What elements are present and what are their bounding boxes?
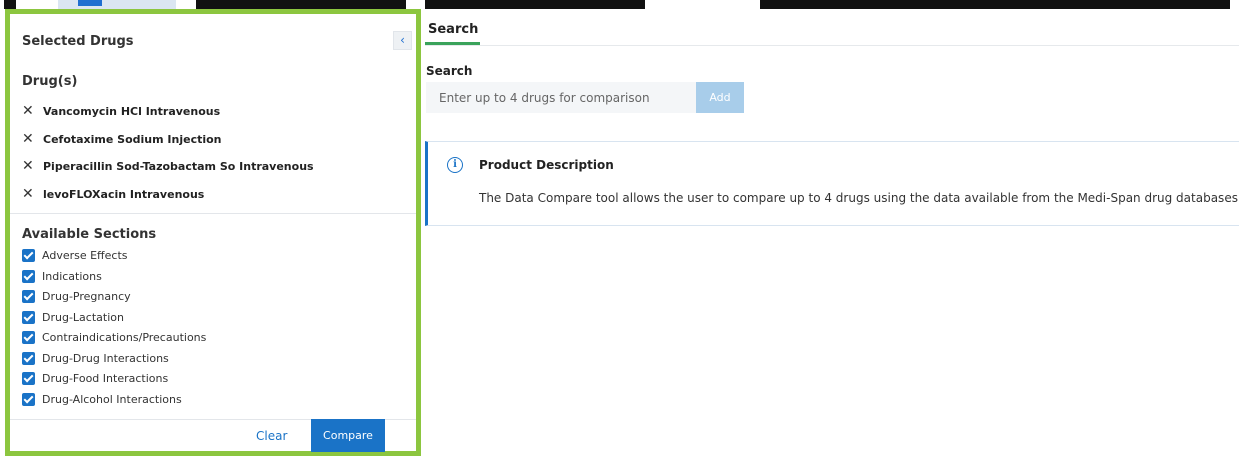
remove-drug-icon[interactable]: ✕ [22,159,34,173]
clear-button[interactable]: Clear [256,429,287,443]
drug-name: levoFLOXacin Intravenous [43,187,205,201]
tab-search[interactable]: Search [428,22,478,37]
compare-button[interactable]: Compare [311,419,385,452]
drug-item: ✕ Piperacillin Sod-Tazobactam So Intrave… [22,156,314,176]
section-checkbox-row[interactable]: Drug-Drug Interactions [22,350,169,366]
remove-drug-icon[interactable]: ✕ [22,187,34,201]
section-label: Adverse Effects [42,248,128,262]
checkbox-checked-icon[interactable] [22,330,35,344]
drug-name: Piperacillin Sod-Tazobactam So Intraveno… [43,159,314,173]
section-checkbox-row[interactable]: Drug-Pregnancy [22,288,131,304]
section-label: Contraindications/Precautions [42,330,207,344]
drug-name: Cefotaxime Sodium Injection [43,132,222,146]
section-label: Drug-Alcohol Interactions [42,392,182,406]
checkbox-checked-icon[interactable] [22,310,35,324]
checkbox-checked-icon[interactable] [22,371,35,385]
divider [10,213,416,214]
section-label: Drug-Food Interactions [42,371,169,385]
checkbox-checked-icon[interactable] [22,351,35,365]
drug-item: ✕ Vancomycin HCl Intravenous [22,101,220,121]
section-checkbox-row[interactable]: Drug-Alcohol Interactions [22,391,182,407]
section-label: Indications [42,269,102,283]
checkbox-checked-icon[interactable] [22,269,35,283]
remove-drug-icon[interactable]: ✕ [22,132,34,146]
sections-heading: Available Sections [22,227,157,242]
chevron-left-icon[interactable]: ‹ [393,31,412,50]
checkbox-checked-icon[interactable] [22,248,35,262]
section-checkbox-row[interactable]: Drug-Lactation [22,309,124,325]
page: Selected Drugs ‹ Drug(s) ✕ Vancomycin HC… [0,0,1239,456]
drugs-heading: Drug(s) [22,74,78,89]
section-label: Drug-Lactation [42,310,124,324]
drug-item: ✕ levoFLOXacin Intravenous [22,184,204,204]
selected-drugs-panel: Selected Drugs ‹ Drug(s) ✕ Vancomycin HC… [5,9,421,456]
section-checkbox-row[interactable]: Indications [22,268,102,284]
checkbox-checked-icon[interactable] [22,289,35,303]
panel-title: Selected Drugs [22,34,134,49]
top-cropped-strip [0,0,1239,9]
section-label: Drug-Drug Interactions [42,351,169,365]
section-label: Drug-Pregnancy [42,289,131,303]
description-text: The Data Compare tool allows the user to… [479,191,1239,205]
section-checkbox-row[interactable]: Adverse Effects [22,247,128,263]
drug-item: ✕ Cefotaxime Sodium Injection [22,129,222,149]
description-title: Product Description [479,158,614,172]
drug-name: Vancomycin HCl Intravenous [43,104,221,118]
checkbox-checked-icon[interactable] [22,392,35,406]
product-description-panel: i Product Description The Data Compare t… [425,141,1239,226]
add-button[interactable]: Add [696,82,744,113]
section-checkbox-row[interactable]: Contraindications/Precautions [22,329,206,345]
search-label: Search [426,64,473,78]
info-icon: i [447,157,463,173]
drug-search-input[interactable] [426,82,696,113]
remove-drug-icon[interactable]: ✕ [22,104,34,118]
tab-bar-divider [425,45,1239,46]
section-checkbox-row[interactable]: Drug-Food Interactions [22,370,168,386]
